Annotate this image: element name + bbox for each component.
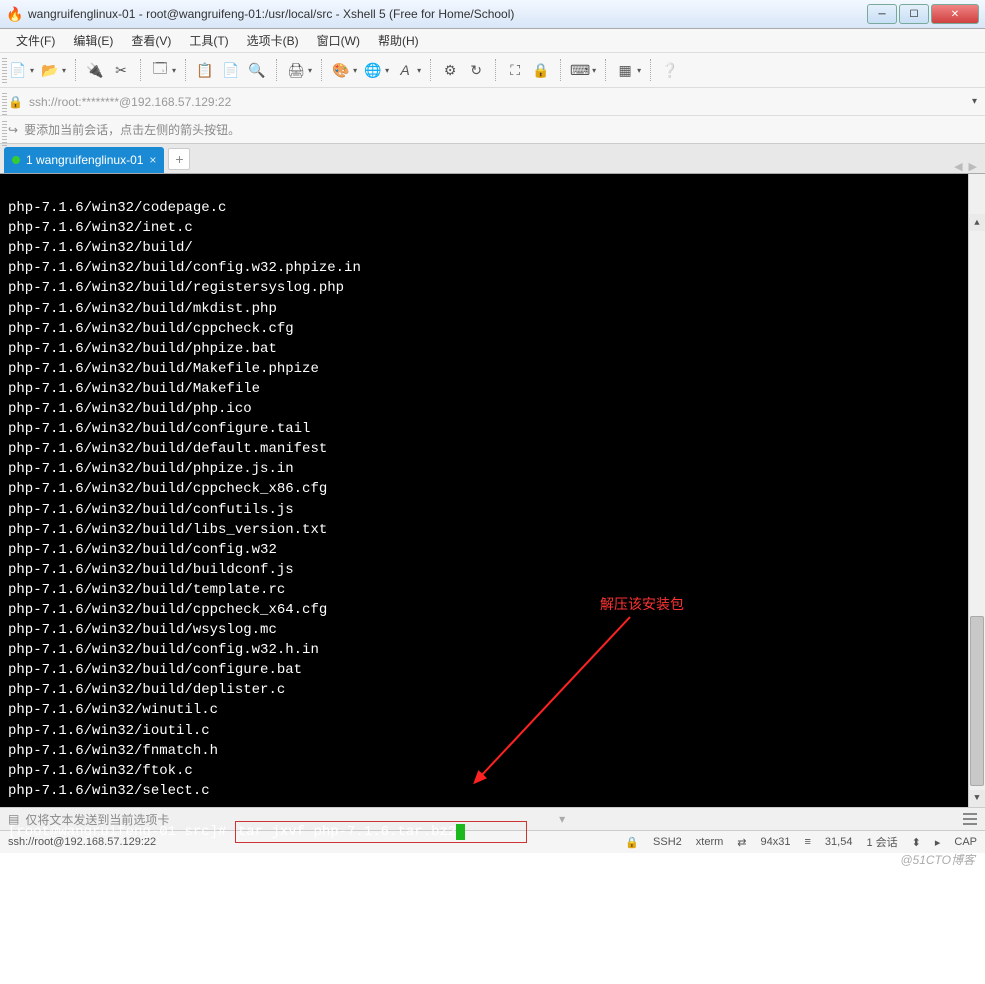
menu-tabs[interactable]: 选项卡(B): [239, 29, 307, 52]
separator: [430, 59, 431, 81]
maximize-button[interactable]: ☐: [899, 4, 929, 24]
dropdown-icon[interactable]: ▾: [417, 66, 421, 75]
dropdown-icon[interactable]: ▾: [385, 66, 389, 75]
disconnect-icon[interactable]: ✂: [111, 60, 131, 80]
title-bar: 🔥 wangruifenglinux-01 - root@wangruifeng…: [0, 0, 985, 29]
new-session-icon[interactable]: 📄: [8, 60, 28, 80]
cursor: [456, 824, 465, 840]
separator: [495, 59, 496, 81]
scroll-up-icon[interactable]: ▲: [969, 214, 985, 231]
color-icon[interactable]: 🎨: [331, 60, 351, 80]
separator: [140, 59, 141, 81]
tab-close-icon[interactable]: ×: [149, 153, 156, 167]
address-lock-icon: 🔒: [8, 95, 23, 109]
hint-arrow-icon: ↪: [8, 123, 18, 137]
dropdown-icon[interactable]: ▾: [592, 66, 596, 75]
status-next-icon[interactable]: ▸: [935, 836, 941, 849]
status-size-icon: ⇄: [737, 836, 746, 849]
status-position: 31,54: [825, 836, 853, 848]
watermark: @51CTO博客: [900, 851, 975, 868]
window-title: wangruifenglinux-01 - root@wangruifeng-0…: [28, 7, 867, 21]
status-pos-icon: ≡: [804, 836, 810, 848]
encoding-icon[interactable]: 🌐: [363, 60, 383, 80]
tab-next-icon[interactable]: ▶: [969, 160, 977, 173]
hint-bar: ↪ 要添加当前会话，点击左侧的箭头按钮。: [0, 116, 985, 144]
separator: [75, 59, 76, 81]
status-lock-icon: 🔒: [625, 836, 639, 849]
status-cap: CAP: [954, 836, 977, 848]
session-tab[interactable]: 1 wangruifenglinux-01 ×: [4, 147, 164, 173]
toolbar-grip[interactable]: [2, 58, 7, 83]
status-nav-icon[interactable]: ⬍: [912, 836, 921, 849]
minimize-button[interactable]: ─: [867, 4, 897, 24]
send-menu-icon[interactable]: [963, 813, 977, 825]
scroll-thumb[interactable]: [970, 616, 984, 786]
send-dropdown-icon[interactable]: ▾: [559, 812, 565, 826]
tab-label: 1 wangruifenglinux-01: [26, 153, 143, 167]
transfer-icon[interactable]: ↻: [466, 60, 486, 80]
dropdown-icon[interactable]: ▾: [637, 66, 641, 75]
keyboard-icon[interactable]: ⌨: [570, 60, 590, 80]
separator: [321, 59, 322, 81]
tab-add-button[interactable]: +: [168, 148, 190, 170]
open-icon[interactable]: 📂: [40, 60, 60, 80]
address-url[interactable]: ssh://root:********@192.168.57.129:22: [29, 95, 231, 109]
address-dropdown-icon[interactable]: ▾: [972, 96, 977, 107]
menu-window[interactable]: 窗口(W): [309, 29, 368, 52]
status-sessions: 1 会话: [866, 834, 897, 850]
fullscreen-icon[interactable]: ⛶: [505, 60, 525, 80]
terminal-scrollbar[interactable]: ▲ ▼: [968, 174, 985, 807]
address-bar: 🔒 ssh://root:********@192.168.57.129:22 …: [0, 88, 985, 116]
hint-text: 要添加当前会话，点击左侧的箭头按钮。: [24, 121, 240, 138]
find-icon[interactable]: 🔍: [247, 60, 267, 80]
copy-icon[interactable]: 📋: [195, 60, 215, 80]
hint-grip[interactable]: [2, 121, 7, 146]
terminal[interactable]: php-7.1.6/win32/codepage.c php-7.1.6/win…: [0, 174, 985, 807]
script-icon[interactable]: ⚙: [440, 60, 460, 80]
status-ssh: SSH2: [653, 836, 682, 848]
tab-status-icon: [12, 156, 20, 164]
toolbar: 📄▾ 📂▾ 🔌 ✂ 🗔▾ 📋 📄 🔍 🖨▾ 🎨▾ 🌐▾ A▾ ⚙ ↻ ⛶ 🔒 ⌨…: [0, 53, 985, 88]
print-icon[interactable]: 🖨: [286, 60, 306, 80]
font-icon[interactable]: A: [395, 60, 415, 80]
menu-file[interactable]: 文件(F): [8, 29, 63, 52]
dropdown-icon[interactable]: ▾: [172, 66, 176, 75]
help-icon[interactable]: ❔: [660, 60, 680, 80]
separator: [276, 59, 277, 81]
scroll-down-icon[interactable]: ▼: [969, 790, 985, 807]
dropdown-icon[interactable]: ▾: [308, 66, 312, 75]
menu-bar: 文件(F) 编辑(E) 查看(V) 工具(T) 选项卡(B) 窗口(W) 帮助(…: [0, 29, 985, 53]
options-icon[interactable]: ▦: [615, 60, 635, 80]
separator: [560, 59, 561, 81]
close-button[interactable]: ✕: [931, 4, 979, 24]
terminal-command-highlight: tar jxvf php-7.1.6.tar.bz2: [235, 821, 527, 843]
status-term: xterm: [696, 836, 724, 848]
dropdown-icon[interactable]: ▾: [30, 66, 34, 75]
menu-tools[interactable]: 工具(T): [181, 29, 236, 52]
reconnect-icon[interactable]: 🔌: [85, 60, 105, 80]
annotation-arrow: [470, 612, 650, 792]
paste-icon[interactable]: 📄: [221, 60, 241, 80]
menu-help[interactable]: 帮助(H): [370, 29, 427, 52]
tab-prev-icon[interactable]: ◀: [954, 160, 962, 173]
terminal-output: php-7.1.6/win32/codepage.c php-7.1.6/win…: [8, 200, 361, 799]
separator: [650, 59, 651, 81]
dropdown-icon[interactable]: ▾: [353, 66, 357, 75]
terminal-command: tar jxvf php-7.1.6.tar.bz2: [238, 824, 456, 840]
tab-strip: 1 wangruifenglinux-01 × + ◀ ▶: [0, 144, 985, 174]
address-grip[interactable]: [2, 93, 7, 118]
app-icon: 🔥: [6, 6, 22, 22]
dropdown-icon[interactable]: ▾: [62, 66, 66, 75]
separator: [185, 59, 186, 81]
menu-view[interactable]: 查看(V): [123, 29, 179, 52]
properties-icon[interactable]: 🗔: [150, 60, 170, 80]
terminal-prompt: [root@wangruifeng-01 src]#: [8, 824, 235, 840]
separator: [605, 59, 606, 81]
status-size: 94x31: [761, 836, 791, 848]
menu-edit[interactable]: 编辑(E): [65, 29, 121, 52]
lock-icon[interactable]: 🔒: [531, 60, 551, 80]
